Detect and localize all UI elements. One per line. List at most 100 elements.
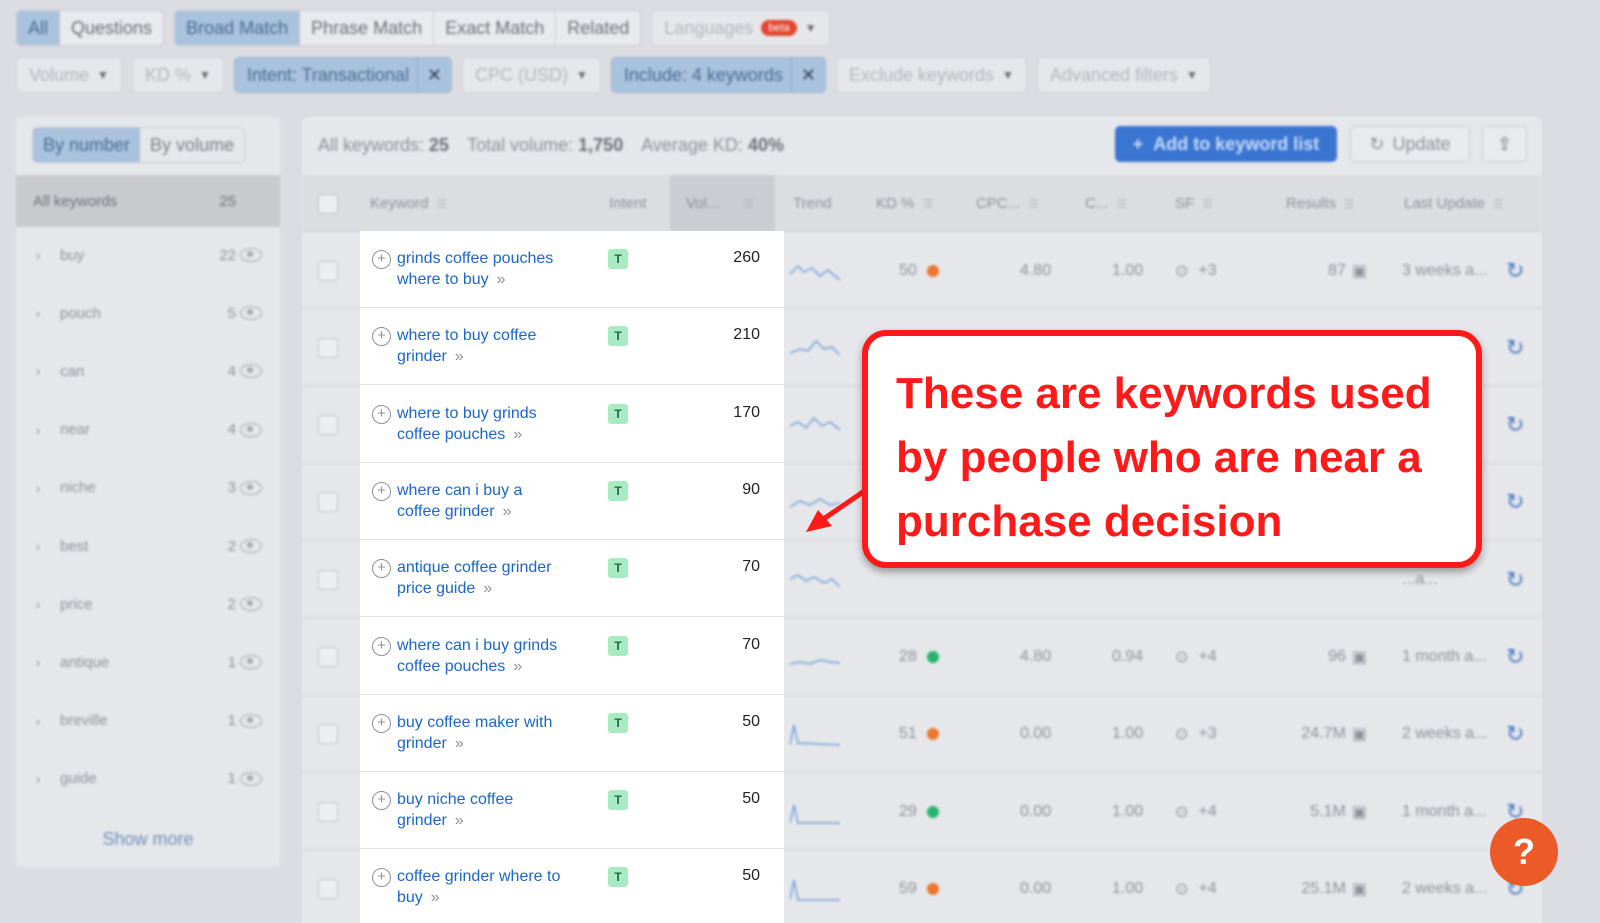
add-keyword-icon[interactable]: +	[372, 481, 391, 501]
eye-icon[interactable]	[240, 480, 262, 495]
col-competition[interactable]: C... ☰	[1085, 175, 1127, 232]
eye-icon[interactable]	[240, 713, 262, 728]
col-last-update[interactable]: Last Update ☰	[1404, 175, 1504, 232]
eye-icon[interactable]	[240, 655, 262, 670]
add-keyword-icon[interactable]: +	[372, 868, 391, 888]
serp-preview-icon[interactable]: ▣	[1352, 724, 1367, 744]
keyword-link[interactable]: where to buy coffee grinder »	[397, 325, 597, 367]
sidebar-group-item[interactable]: › best 2	[16, 526, 280, 566]
advanced-filters[interactable]: Advanced filters ▼	[1036, 57, 1211, 93]
col-sf[interactable]: SF ☰	[1175, 175, 1213, 232]
serp-preview-icon[interactable]: ▣	[1352, 802, 1367, 822]
double-chevron-icon[interactable]: »	[513, 426, 522, 443]
add-keyword-icon[interactable]: +	[372, 713, 391, 733]
double-chevron-icon[interactable]: »	[455, 812, 464, 829]
cpc-filter[interactable]: CPC (USD) ▼	[461, 57, 601, 93]
refresh-icon[interactable]: ↻	[1506, 721, 1524, 747]
tab-phrase-match[interactable]: Phrase Match	[300, 11, 435, 45]
add-keyword-icon[interactable]: +	[372, 250, 391, 269]
keyword-link[interactable]: where can i buy a coffee grinder »	[397, 480, 597, 522]
eye-icon[interactable]	[240, 597, 262, 612]
add-keyword-icon[interactable]: +	[372, 791, 391, 811]
eye-icon[interactable]	[240, 248, 262, 262]
keyword-link[interactable]: buy niche coffee grinder »	[397, 789, 597, 831]
select-all-checkbox[interactable]	[318, 175, 338, 232]
row-checkbox[interactable]	[318, 647, 338, 667]
sidebar-group-item[interactable]: › near 4	[16, 410, 280, 450]
col-volume[interactable]: Vol... ☰	[670, 175, 775, 232]
refresh-icon[interactable]: ↻	[1506, 335, 1524, 361]
eye-icon[interactable]	[240, 364, 262, 379]
sidebar-group-item[interactable]: › buy 22	[16, 235, 280, 275]
tab-questions[interactable]: Questions	[60, 11, 163, 45]
tab-all[interactable]: All	[17, 11, 61, 45]
refresh-icon[interactable]: ↻	[1506, 489, 1524, 515]
update-button[interactable]: ↻ Update	[1350, 126, 1470, 162]
refresh-icon[interactable]: ↻	[1506, 644, 1524, 670]
show-more-link[interactable]: Show more	[16, 829, 280, 850]
tab-broad-match[interactable]: Broad Match	[175, 11, 301, 45]
languages-dropdown[interactable]: Languages beta ▼	[651, 10, 830, 46]
by-volume-button[interactable]: By volume	[140, 128, 244, 162]
row-checkbox[interactable]	[318, 415, 338, 436]
all-keywords-group[interactable]: All keywords 25	[16, 175, 280, 227]
double-chevron-icon[interactable]: »	[503, 503, 512, 520]
keyword-link[interactable]: coffee grinder where to buy »	[397, 866, 597, 908]
sidebar-group-item[interactable]: › antique 1	[16, 642, 280, 682]
add-keyword-icon[interactable]: +	[372, 636, 391, 656]
add-to-keyword-list-button[interactable]: + Add to keyword list	[1115, 126, 1337, 162]
col-results[interactable]: Results ☰	[1286, 175, 1355, 232]
volume-filter[interactable]: Volume ▼	[16, 57, 122, 93]
add-keyword-icon[interactable]: +	[372, 327, 391, 347]
add-keyword-icon[interactable]: +	[372, 404, 391, 424]
sidebar-group-item[interactable]: › guide 1	[16, 759, 280, 799]
row-checkbox[interactable]	[318, 260, 338, 281]
keyword-link[interactable]: where can i buy grinds coffee pouches »	[397, 635, 597, 677]
serp-preview-icon[interactable]: ▣	[1352, 261, 1367, 281]
row-checkbox[interactable]	[318, 878, 338, 899]
tab-exact-match[interactable]: Exact Match	[434, 11, 557, 45]
row-checkbox[interactable]	[318, 569, 338, 590]
eye-icon[interactable]	[240, 422, 262, 437]
double-chevron-icon[interactable]: »	[455, 735, 464, 752]
keyword-link[interactable]: grinds coffee pouches where to buy »	[397, 248, 597, 290]
double-chevron-icon[interactable]: »	[431, 889, 440, 906]
refresh-icon[interactable]: ↻	[1506, 258, 1524, 284]
tab-related[interactable]: Related	[556, 11, 640, 45]
col-cpc[interactable]: CPC... ☰	[976, 175, 1039, 232]
by-number-button[interactable]: By number	[33, 128, 141, 162]
keyword-link[interactable]: buy coffee maker with grinder »	[397, 712, 597, 754]
intent-filter[interactable]: Intent: Transactional ✕	[233, 57, 452, 93]
row-checkbox[interactable]	[318, 801, 338, 822]
eye-icon[interactable]	[240, 306, 262, 321]
row-checkbox[interactable]	[318, 337, 338, 358]
double-chevron-icon[interactable]: »	[497, 271, 506, 288]
refresh-icon[interactable]: ↻	[1506, 567, 1524, 593]
help-button[interactable]: ?	[1490, 818, 1558, 886]
double-chevron-icon[interactable]: »	[513, 658, 522, 675]
checkbox[interactable]	[318, 193, 338, 214]
double-chevron-icon[interactable]: »	[483, 580, 492, 597]
col-keyword[interactable]: Keyword ☰	[370, 175, 447, 232]
keyword-link[interactable]: where to buy grinds coffee pouches »	[397, 403, 597, 445]
close-icon[interactable]: ✕	[790, 57, 825, 93]
kd-filter[interactable]: KD % ▼	[131, 57, 224, 93]
eye-icon[interactable]	[240, 771, 262, 786]
serp-preview-icon[interactable]: ▣	[1352, 647, 1367, 667]
close-icon[interactable]: ✕	[416, 57, 451, 93]
export-button[interactable]: ⇪	[1482, 126, 1527, 162]
row-checkbox[interactable]	[318, 492, 338, 513]
sidebar-group-item[interactable]: › breville 1	[16, 701, 280, 741]
sidebar-group-item[interactable]: › can 4	[16, 351, 280, 391]
exclude-filter[interactable]: Exclude keywords ▼	[835, 57, 1027, 93]
double-chevron-icon[interactable]: »	[455, 348, 464, 365]
row-checkbox[interactable]	[318, 724, 338, 745]
sidebar-group-item[interactable]: › niche 3	[16, 468, 280, 508]
eye-icon[interactable]	[240, 539, 262, 553]
serp-preview-icon[interactable]: ▣	[1352, 879, 1367, 899]
keyword-link[interactable]: antique coffee grinder price guide »	[397, 557, 597, 599]
sidebar-group-item[interactable]: › price 2	[16, 584, 280, 624]
include-filter[interactable]: Include: 4 keywords ✕	[610, 57, 826, 93]
col-kd[interactable]: KD % ☰	[876, 175, 933, 232]
sidebar-group-item[interactable]: › pouch 5	[16, 293, 280, 333]
